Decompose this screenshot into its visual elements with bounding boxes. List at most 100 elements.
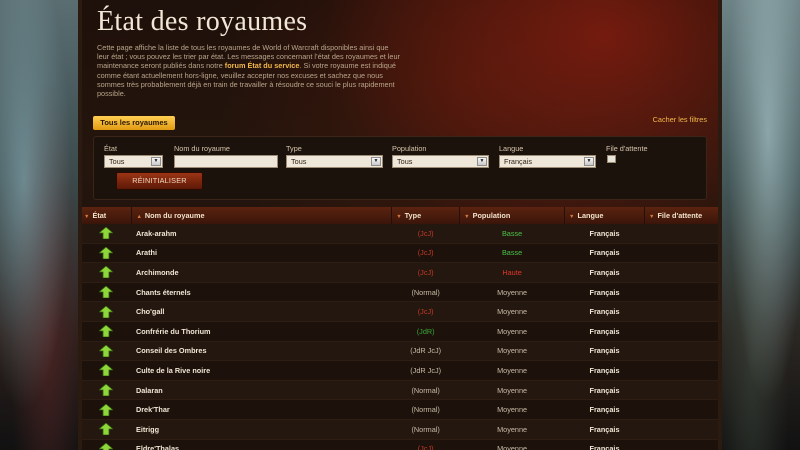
realm-queue-cell: [644, 243, 720, 264]
realm-up-icon: [98, 227, 113, 240]
realm-name-cell: Drek'Thar: [131, 399, 392, 420]
table-row[interactable]: Confrérie du Thorium (JdR) Moyenne Français: [80, 321, 720, 342]
table-row[interactable]: Archimonde (JcJ) Haute Français: [80, 262, 720, 283]
type-filter-value: Tous: [291, 157, 307, 166]
realm-queue-cell: [644, 321, 720, 342]
table-row[interactable]: Cho'gall (JcJ) Moyenne Français: [80, 301, 720, 322]
realm-population-cell: Moyenne: [459, 321, 565, 342]
chevron-down-icon: ▼: [477, 157, 487, 166]
realm-up-icon: [98, 344, 113, 357]
realm-up-icon: [98, 286, 113, 299]
sort-icon: ▼: [84, 214, 90, 220]
realm-population-cell: Moyenne: [459, 360, 565, 381]
language-filter-select[interactable]: Français ▼: [499, 155, 596, 168]
realm-up-icon: [98, 403, 113, 416]
chevron-down-icon: ▼: [584, 157, 594, 166]
realm-language-cell: Français: [564, 301, 645, 322]
column-header-status[interactable]: ▼ État: [80, 207, 133, 224]
realm-language-cell: Français: [564, 399, 645, 420]
realm-name-cell: Culte de la Rive noire: [131, 360, 392, 381]
table-row[interactable]: Conseil des Ombres (JdR JcJ) Moyenne França…: [80, 341, 720, 362]
realm-up-icon: [98, 266, 113, 279]
table-header-row: ▼ État ▲ Nom du royaume ▼ Type ▼ Population …: [80, 207, 720, 224]
population-filter-value: Tous: [397, 157, 413, 166]
realm-language-cell: Français: [564, 282, 645, 303]
language-filter-label: Langue: [499, 144, 524, 153]
table-row[interactable]: Arathi (JcJ) Basse Français: [80, 243, 720, 264]
realm-name-input[interactable]: [174, 155, 278, 168]
frame-left-border: [78, 0, 82, 450]
status-cell: [80, 399, 132, 420]
sort-icon: ▼: [464, 214, 470, 220]
table-row[interactable]: Chants éternels (Normal) Moyenne Français: [80, 282, 720, 303]
filter-panel: État Tous ▼ Nom du royaume Type Tous ▼ P…: [93, 136, 707, 200]
column-header-label: Type: [404, 211, 422, 220]
column-header-label: Population: [472, 211, 511, 220]
realm-language-cell: Français: [564, 321, 645, 342]
realm-type-cell: (Normal): [391, 380, 460, 401]
table-row[interactable]: Dalaran (Normal) Moyenne Français: [80, 380, 720, 401]
queue-filter-label: File d'attente: [606, 144, 648, 153]
column-header-language[interactable]: ▼ Langue: [564, 207, 645, 224]
page-title: État des royaumes: [97, 6, 308, 37]
realm-type-cell: (JcJ): [391, 243, 460, 264]
queue-filter-checkbox[interactable]: [607, 155, 616, 163]
realm-queue-cell: [644, 224, 720, 244]
status-cell: [80, 243, 132, 264]
realm-queue-cell: [644, 419, 720, 440]
realm-population-cell: Moyenne: [459, 301, 565, 322]
status-cell: [80, 419, 132, 440]
status-filter-select[interactable]: Tous ▼: [104, 155, 163, 168]
status-cell: [80, 341, 132, 362]
realm-rows: Arak-arahm (JcJ) Basse Français Arathi (JcJ) B…: [80, 224, 720, 450]
sort-icon: ▼: [569, 214, 575, 220]
left-artwork: [0, 0, 80, 450]
table-row[interactable]: Drek'Thar (Normal) Moyenne Français: [80, 399, 720, 420]
realm-name-cell: Dalaran: [131, 380, 392, 401]
tab-all-realms[interactable]: Tous les royaumes: [93, 116, 175, 130]
sort-icon: ▲: [136, 214, 142, 220]
realm-type-cell: (JcJ): [391, 439, 460, 450]
column-header-type[interactable]: ▼ Type: [391, 207, 461, 224]
language-filter-value: Français: [504, 157, 532, 166]
main-content: État des royaumes Cette page affiche la …: [80, 0, 720, 450]
realm-up-icon: [98, 423, 113, 436]
type-filter-label: Type: [286, 144, 302, 153]
realm-population-cell: Moyenne: [459, 341, 565, 362]
realm-population-cell: Moyenne: [459, 380, 565, 401]
type-filter-select[interactable]: Tous ▼: [286, 155, 383, 168]
realm-language-cell: Français: [564, 380, 645, 401]
status-cell: [80, 439, 132, 450]
hide-filters-link[interactable]: Cacher les filtres: [653, 115, 707, 124]
table-row[interactable]: Eitrigg (Normal) Moyenne Français: [80, 419, 720, 440]
column-header-label: État: [92, 211, 107, 220]
realm-population-cell: Moyenne: [459, 282, 565, 303]
chevron-down-icon: ▼: [151, 157, 161, 166]
column-header-queue[interactable]: ▼ File d'attente: [644, 207, 720, 224]
realm-up-icon: [98, 246, 113, 259]
table-row[interactable]: Eldre'Thalas (JcJ) Moyenne Français: [80, 439, 720, 450]
realm-type-cell: (JdR): [391, 321, 460, 342]
population-filter-select[interactable]: Tous ▼: [392, 155, 489, 168]
status-cell: [80, 262, 132, 283]
reset-button[interactable]: RÉINITIALISER: [116, 172, 203, 190]
service-forum-link[interactable]: forum État du service: [225, 61, 300, 70]
table-row[interactable]: Arak-arahm (JcJ) Basse Français: [80, 224, 720, 244]
realm-type-cell: (JcJ): [391, 301, 460, 322]
realm-language-cell: Français: [564, 439, 645, 450]
realm-queue-cell: [644, 341, 720, 362]
column-header-name[interactable]: ▲ Nom du royaume: [131, 207, 393, 224]
status-filter-value: Tous: [109, 157, 125, 166]
realm-language-cell: Français: [564, 419, 645, 440]
status-cell: [80, 321, 132, 342]
status-cell: [80, 380, 132, 401]
chevron-down-icon: ▼: [371, 157, 381, 166]
column-header-population[interactable]: ▼ Population: [459, 207, 566, 224]
frame-right-border: [718, 0, 722, 450]
table-row[interactable]: Culte de la Rive noire (JdR JcJ) Moyenne Fr…: [80, 360, 720, 381]
realm-population-cell: Moyenne: [459, 419, 565, 440]
realm-name-cell: Arak-arahm: [131, 224, 392, 244]
realm-type-cell: (Normal): [391, 399, 460, 420]
realm-queue-cell: [644, 301, 720, 322]
realm-up-icon: [98, 442, 113, 450]
